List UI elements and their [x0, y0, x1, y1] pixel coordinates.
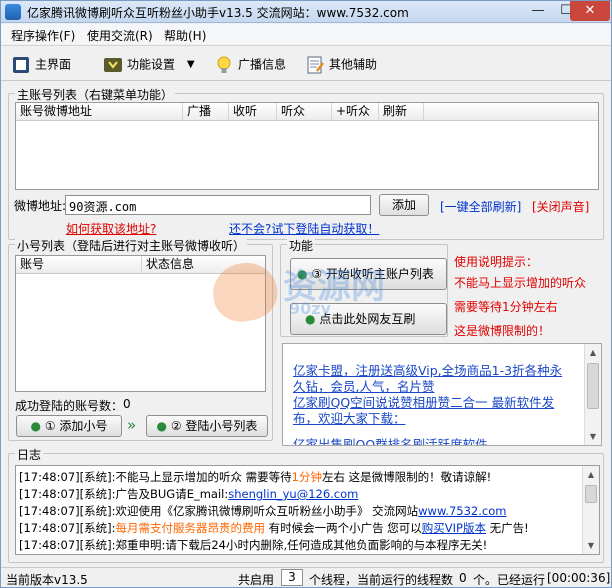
sub-accounts-legend: 小号列表（登陆后进行对主账号微博收听）: [15, 237, 248, 254]
threads-label: 共启用: [238, 573, 275, 587]
running-threads-count: 0: [459, 571, 467, 585]
arrow-next-icon: »: [127, 416, 137, 434]
log-line: [17:48:07][系统]:广告及BUG请E_mail:shenglin_yu…: [19, 487, 359, 501]
settings-button[interactable]: 功能设置 ▼: [103, 53, 195, 75]
scroll-down-icon[interactable]: ▼: [583, 537, 599, 554]
minimize-button[interactable]: —: [524, 1, 552, 21]
user-add-icon: ●: [30, 419, 42, 433]
ad-scrollbar[interactable]: ▲ ▼: [584, 344, 601, 445]
scroll-up-icon[interactable]: ▲: [583, 466, 599, 483]
main-view-button[interactable]: 主界面: [11, 53, 71, 75]
ad-link-2-cont[interactable]: 布，欢迎大家下载：: [293, 408, 406, 427]
threads-suffix: 个线程，当前运行的线程数: [309, 573, 454, 587]
main-accounts-legend: 主账号列表（右键菜单功能）: [15, 86, 176, 103]
log-line: [17:48:07][系统]:不能马上显示增加的听众 需要等待1分钟左右 这是微…: [19, 470, 492, 484]
tips-line-2: 需要等待1分钟左右: [454, 300, 558, 314]
settings-icon: [104, 57, 122, 72]
menu-help[interactable]: 帮助(H): [164, 27, 206, 44]
main-accounts-list[interactable]: 账号微博地址 广播 收听 听众 +听众 刷新: [15, 102, 599, 190]
other-tools-button[interactable]: 其他辅助: [305, 53, 377, 75]
tips-title: 使用说明提示：: [454, 255, 539, 269]
mute-sound-link[interactable]: [关闭声音]: [532, 198, 589, 215]
success-count-value: 0: [123, 397, 131, 411]
how-to-get-url-link[interactable]: 如何获取该地址?: [66, 220, 156, 237]
app-icon: [5, 4, 21, 20]
lightbulb-icon: [217, 56, 231, 73]
settings-label: 功能设置: [127, 57, 176, 72]
log-line: [17:48:07][系统]:欢迎使用《亿家腾讯微博刷听众互听粉丝小助手》 交流…: [19, 504, 507, 518]
login-sub-accounts-label: ② 登陆小号列表: [170, 419, 258, 433]
close-button[interactable]: ✕: [570, 1, 610, 21]
menu-bar: 程序操作(F) 使用交流(R) 帮助(H): [1, 24, 611, 44]
scroll-up-icon[interactable]: ▲: [585, 344, 601, 361]
col-listeners[interactable]: 听众: [277, 103, 332, 121]
col-broadcast[interactable]: 广播: [183, 103, 229, 121]
ad-scroll-thumb[interactable]: [587, 363, 599, 409]
main-accounts-header: 账号微博地址 广播 收听 听众 +听众 刷新: [16, 103, 598, 121]
log-scroll-thumb[interactable]: [585, 485, 597, 503]
monitor-icon: [13, 56, 29, 73]
add-sub-account-label: ① 添加小号: [44, 419, 108, 433]
weibo-url-label: 微博地址:: [14, 199, 67, 213]
login-sub-accounts-button[interactable]: ● ② 登陆小号列表: [146, 415, 268, 437]
thread-count-input[interactable]: 3: [281, 569, 303, 586]
broadcast-label: 广播信息: [238, 57, 287, 72]
watermark-subtext: 90zy: [289, 299, 332, 318]
toolbar: 主界面 功能设置 ▼ 广播信息 其他辅助: [1, 45, 611, 81]
running-suffix: 个。已经运行: [473, 573, 546, 587]
col-plus-listeners[interactable]: +听众: [332, 103, 379, 121]
success-count-label: 成功登陆的账号数：: [15, 399, 124, 413]
log-legend: 日志: [15, 446, 44, 463]
broadcast-button[interactable]: 广播信息: [214, 53, 286, 75]
ad-link-3[interactable]: 亿家出售刷QQ群排名刷活跃度软件: [293, 434, 488, 445]
elapsed-time: [00:00:36]: [547, 571, 611, 585]
log-line: [17:48:07][系统]:每月需支付服务器昂贵的费用 有时候会一两个小广告 …: [19, 521, 529, 535]
function-legend: 功能: [287, 237, 316, 254]
weibo-url-input[interactable]: 90资源.com: [65, 195, 371, 215]
tips-line-3: 这是微博限制的！: [454, 324, 551, 338]
refresh-all-link[interactable]: [一键全部刷新]: [440, 198, 521, 215]
window-title: 亿家腾讯微博刷听众互听粉丝小助手v13.5 交流网站：www.7532.com: [27, 6, 409, 20]
menu-exchange[interactable]: 使用交流(R): [87, 27, 153, 44]
mutual-brush-label: 点击此处网友互刷: [319, 312, 416, 326]
user-login-icon: ●: [156, 419, 168, 433]
menu-program[interactable]: 程序操作(F): [11, 27, 75, 44]
scroll-down-icon[interactable]: ▼: [585, 428, 601, 445]
other-tools-label: 其他辅助: [329, 57, 378, 72]
col-weibo-url[interactable]: 账号微博地址: [16, 103, 183, 121]
tips-line-1: 不能马上显示增加的听众: [454, 276, 587, 290]
status-bar: 当前版本v13.5 共启用 3 个线程，当前运行的线程数 0 个。已经运行 [0…: [1, 567, 611, 587]
website-link[interactable]: www.7532.com: [418, 504, 506, 518]
main-view-label: 主界面: [35, 57, 72, 72]
version-text: 当前版本v13.5: [6, 573, 88, 587]
log-line: [17:48:07][系统]:郑重申明:请下载后24小时内删除,任何造成其他负面…: [19, 538, 488, 552]
log-scrollbar[interactable]: ▲ ▼: [582, 466, 599, 554]
ad-panel: 亿家卡盟，注册送高级Vip,全场商品1-3折各种永 久钻，会员,人气，名片赞 亿…: [282, 343, 602, 446]
log-panel[interactable]: [17:48:07][系统]:不能马上显示增加的听众 需要等待1分钟左右 这是微…: [15, 465, 600, 555]
title-bar[interactable]: 亿家腾讯微博刷听众互听粉丝小助手v13.5 交流网站：www.7532.com …: [1, 1, 611, 23]
col-refresh[interactable]: 刷新: [379, 103, 424, 121]
col-account[interactable]: 账号: [16, 256, 142, 274]
auto-get-url-link[interactable]: 还不会?试下登陆自动获取！: [229, 220, 379, 237]
add-sub-account-button[interactable]: ● ① 添加小号: [16, 415, 122, 437]
chevron-down-icon[interactable]: ▼: [187, 59, 195, 70]
col-following[interactable]: 收听: [229, 103, 277, 121]
notepad-icon: [307, 56, 324, 73]
app-window: 亿家腾讯微博刷听众互听粉丝小助手v13.5 交流网站：www.7532.com …: [0, 0, 612, 588]
add-main-account-button[interactable]: 添加: [379, 194, 429, 216]
buy-vip-link[interactable]: 购买VIP版本: [422, 521, 486, 535]
email-link[interactable]: shenglin_yu@126.com: [228, 487, 358, 501]
